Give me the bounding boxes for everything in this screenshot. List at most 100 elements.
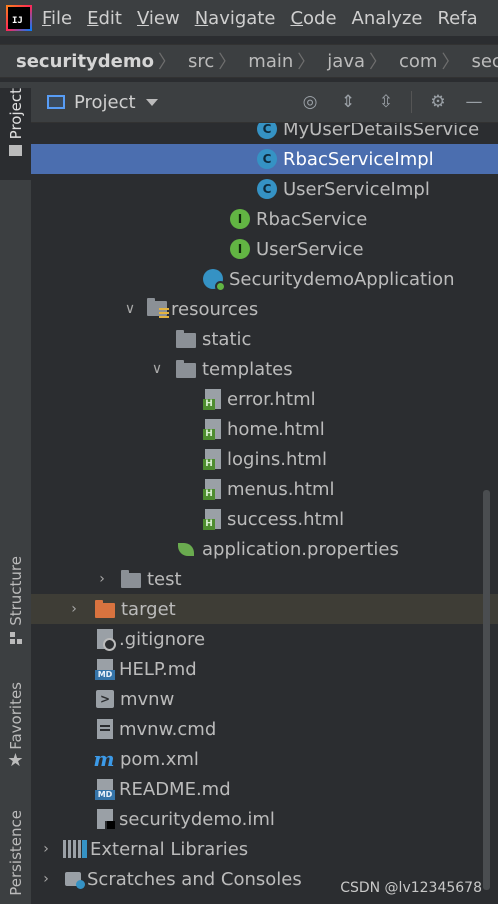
chevron-down-icon[interactable]: [145, 98, 158, 106]
menu-navigate-label: avigate: [208, 7, 276, 29]
html-file-icon: [203, 389, 221, 410]
tree-row-gitignore[interactable]: .gitignore: [31, 624, 498, 654]
breadcrumb-item-main[interactable]: main: [236, 51, 297, 72]
persistence-tool-button[interactable]: Persistence: [0, 810, 31, 902]
menu-file[interactable]: File: [42, 8, 72, 29]
gitignore-icon: [97, 629, 116, 651]
tree-row-label: error.html: [227, 388, 316, 410]
spring-properties-icon: [176, 539, 196, 559]
breadcrumb-separator-icon: 〉: [297, 52, 316, 73]
tree-row-label: UserService: [256, 238, 364, 260]
libraries-icon: [63, 840, 87, 858]
project-tool-button[interactable]: Project: [0, 88, 31, 180]
tree-row-label: application.properties: [202, 538, 399, 560]
tree-row-external-libraries[interactable]: › External Libraries: [31, 834, 498, 864]
tree-row-label: MyUserDetailsService: [283, 123, 480, 140]
menu-view[interactable]: View: [137, 8, 180, 29]
tree-row-application-properties[interactable]: application.properties: [31, 534, 498, 564]
tree-row-help-md[interactable]: HELP.md: [31, 654, 498, 684]
tree-row-test[interactable]: › test: [31, 564, 498, 594]
chevron-down-icon[interactable]: ∨: [119, 301, 141, 317]
tree-row-label: .gitignore: [119, 628, 206, 650]
menu-view-mnemonic: V: [136, 7, 149, 29]
chevron-right-icon[interactable]: ›: [63, 601, 85, 617]
favorites-tool-button[interactable]: Favorites ★: [0, 682, 31, 782]
tree-row-rbacservice[interactable]: I RbacService: [31, 204, 498, 234]
tree-row-userservice[interactable]: I UserService: [31, 234, 498, 264]
menu-navigate[interactable]: Navigate: [195, 8, 276, 29]
tree-row-logins-html[interactable]: logins.html: [31, 444, 498, 474]
project-panel-header: Project ◎ ⇕ ⇳ ⚙ —: [31, 82, 498, 123]
tree-row-label: securitydemo.iml: [119, 808, 275, 830]
tree-row-resources[interactable]: ∨ resources: [31, 294, 498, 324]
folder-icon: [121, 569, 141, 588]
project-view-icon: [47, 95, 65, 109]
project-tool-label: Project: [6, 88, 25, 140]
tree-row-readme-md[interactable]: README.md: [31, 774, 498, 804]
menu-refactor[interactable]: Refa: [437, 8, 477, 29]
structure-tool-button[interactable]: Structure: [0, 556, 31, 656]
tree-row-menus-html[interactable]: menus.html: [31, 474, 498, 504]
tree-row-label: test: [147, 568, 182, 590]
class-icon: C: [257, 179, 277, 199]
tree-row-success-html[interactable]: success.html: [31, 504, 498, 534]
panel-title[interactable]: Project: [74, 92, 136, 113]
expand-all-icon[interactable]: ⇕: [337, 91, 359, 113]
text-file-icon: [97, 719, 113, 739]
intellij-logo-icon[interactable]: IJ: [6, 5, 32, 31]
toolbar-divider: [411, 91, 412, 113]
settings-icon[interactable]: ⚙: [427, 91, 449, 113]
minimize-icon[interactable]: —: [463, 91, 485, 113]
scratches-icon: [63, 869, 85, 889]
html-file-icon: [203, 449, 221, 470]
menu-edit-label: dit: [98, 7, 122, 29]
star-icon: ★: [7, 749, 24, 771]
tree-row-myuserdetailsservice[interactable]: C MyUserDetailsService: [31, 123, 498, 144]
breadcrumb-item-java[interactable]: java: [315, 51, 369, 72]
tree-row-mvnw[interactable]: > mvnw: [31, 684, 498, 714]
tree-row-securitydemoapplication[interactable]: SecuritydemoApplication: [31, 264, 498, 294]
tree-row-userserviceimpl[interactable]: C UserServiceImpl: [31, 174, 498, 204]
tree-row-label: External Libraries: [90, 838, 249, 860]
tree-row-label: Scratches and Consoles: [87, 868, 302, 890]
chevron-right-icon[interactable]: ›: [35, 841, 57, 857]
resources-folder-icon: [147, 298, 169, 319]
chevron-right-icon[interactable]: ›: [91, 571, 113, 587]
breadcrumb-item-src[interactable]: src: [176, 51, 218, 72]
persistence-tool-label: Persistence: [6, 810, 25, 896]
html-file-icon: [203, 479, 221, 500]
tree-row-target[interactable]: › target: [31, 594, 498, 624]
tree-row-label: static: [202, 328, 252, 350]
breadcrumb-item-com[interactable]: com: [387, 51, 441, 72]
tree-row-error-html[interactable]: error.html: [31, 384, 498, 414]
tree-row-label: SecuritydemoApplication: [229, 268, 455, 290]
menu-analyze-label: Analyze: [351, 7, 423, 29]
collapse-all-icon[interactable]: ⇳: [375, 91, 397, 113]
tree-row-mvnw-cmd[interactable]: mvnw.cmd: [31, 714, 498, 744]
menu-code[interactable]: Code: [290, 8, 336, 29]
tree-row-label: mvnw: [120, 688, 175, 710]
folder-icon: [147, 298, 169, 318]
class-icon: C: [257, 149, 277, 169]
menu-analyze[interactable]: Analyze: [352, 8, 423, 29]
breadcrumb-item-package[interactable]: securitydem: [459, 51, 498, 72]
tree-row-home-html[interactable]: home.html: [31, 414, 498, 444]
tree-row-static[interactable]: static: [31, 324, 498, 354]
menu-edit[interactable]: Edit: [87, 8, 122, 29]
iml-file-icon: [97, 809, 115, 829]
project-tree: C MyUserDetailsService C RbacServiceImpl C…: [31, 123, 498, 904]
tree-row-securitydemo-iml[interactable]: securitydemo.iml: [31, 804, 498, 834]
tree-scrollbar[interactable]: [483, 490, 490, 890]
shell-script-icon: >: [96, 690, 114, 708]
breadcrumb-item-project[interactable]: securitydemo: [0, 51, 158, 72]
tree-row-rbacserviceimpl[interactable]: C RbacServiceImpl: [31, 144, 498, 174]
tree-row-pom-xml[interactable]: m pom.xml: [31, 744, 498, 774]
locate-icon[interactable]: ◎: [299, 91, 321, 113]
tree-row-templates[interactable]: ∨ templates: [31, 354, 498, 384]
favorites-tool-label: Favorites: [6, 682, 25, 750]
chevron-right-icon[interactable]: ›: [35, 871, 57, 887]
tree-row-label: README.md: [119, 778, 231, 800]
chevron-down-icon[interactable]: ∨: [146, 361, 168, 377]
menu-bar: IJ File Edit View Navigate Code Analyze …: [0, 0, 498, 36]
html-file-icon: [203, 509, 221, 530]
